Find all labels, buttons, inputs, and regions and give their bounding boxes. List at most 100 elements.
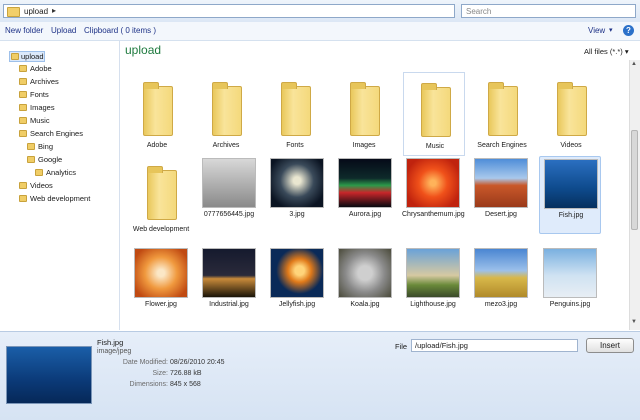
folder-item-search-engines[interactable]: Search Engines [471,72,533,156]
item-label: Aurora.jpg [348,211,382,218]
folder-icon [19,78,27,85]
image-thumbnail [134,248,188,298]
clipboard-button[interactable]: Clipboard ( 0 items ) [84,26,156,35]
image-thumbnail [406,158,460,208]
item-label: Web development [132,226,190,233]
folder-item-adobe[interactable]: Adobe [126,72,188,156]
folder-icon [350,82,380,136]
folder-icon [143,82,173,136]
search-placeholder: Search [466,7,492,16]
file-item[interactable]: Lighthouse.jpg [402,246,464,330]
tree-item-label: Fonts [30,90,49,99]
file-item[interactable]: Jellyfish.jpg [266,246,328,330]
tree-item-label: Search Engines [30,129,83,138]
file-item[interactable]: Flower.jpg [130,246,192,330]
tree-item-label: Adobe [30,64,52,73]
scroll-up-icon[interactable]: ▲ [631,61,637,67]
help-icon[interactable]: ? [623,25,634,36]
file-item[interactable]: 0777656445.jpg [198,156,260,240]
folder-icon [147,166,177,220]
file-item[interactable]: Industrial.jpg [198,246,260,330]
folder-icon [421,83,451,137]
item-label: Fish.jpg [558,212,584,219]
image-thumbnail [202,158,256,208]
search-input[interactable]: Search [461,4,636,18]
chevron-right-icon[interactable]: ▸ [52,6,56,15]
scroll-down-icon[interactable]: ▼ [631,319,637,325]
image-preview [6,346,92,404]
file-item-selected[interactable]: Fish.jpg [539,156,601,234]
item-label: Chrysanthemum.jpg [402,211,465,218]
image-thumbnail [544,159,598,209]
folder-icon [7,7,20,17]
page-title: upload [125,43,162,57]
folder-item-fonts[interactable]: Fonts [264,72,326,156]
image-thumbnail [270,248,324,298]
view-menu-button[interactable]: View [588,26,605,35]
file-item[interactable]: 3.jpg [266,156,328,240]
dimensions-value: 845 x 568 [170,381,201,388]
item-label: Fonts [286,142,304,149]
file-item[interactable]: Penguins.jpg [539,246,601,330]
date-modified-value: 08/26/2010 20:45 [170,359,225,366]
insert-button[interactable]: Insert [586,338,634,353]
folder-icon [557,82,587,136]
dimensions-label: Dimensions: [129,381,168,388]
file-name: Fish.jpg [97,338,124,347]
image-thumbnail [474,248,528,298]
folder-icon [19,65,27,72]
file-type: image/jpeg [97,348,132,355]
item-label: Jellyfish.jpg [278,301,316,308]
file-path-input[interactable]: /upload/Fish.jpg [411,339,578,352]
file-info-panel: Fish.jpg image/jpeg Date Modified: 08/26/… [0,331,640,420]
tree-item-label: Music [30,116,50,125]
folder-item-web-development[interactable]: Web development [130,156,192,240]
folder-item-music[interactable]: Music [403,72,465,156]
folder-icon [19,182,27,189]
scroll-thumb[interactable] [631,130,638,230]
item-label: mezo3.jpg [484,301,518,308]
item-label: Archives [212,142,240,149]
folder-icon [19,195,27,202]
item-label: Industrial.jpg [209,301,249,308]
chevron-down-icon[interactable]: ▾ [609,26,613,34]
item-label: Music [425,143,445,150]
upload-button[interactable]: Upload [51,26,76,35]
folder-item-images[interactable]: Images [333,72,395,156]
file-item[interactable]: Desert.jpg [470,156,532,240]
image-thumbnail [270,158,324,208]
item-label: Desert.jpg [485,211,517,218]
folder-icon [27,143,35,150]
tree-item-label: Web development [30,194,91,203]
address-path: upload [24,7,49,16]
dimensions-row: Dimensions: 845 x 568 [100,381,201,388]
file-item[interactable]: mezo3.jpg [470,246,532,330]
date-modified-row: Date Modified: 08/26/2010 20:45 [100,359,225,366]
file-item[interactable]: Chrysanthemum.jpg [402,156,465,240]
tree-item-upload[interactable]: upload [9,51,45,62]
tree-item-label: Images [30,103,55,112]
new-folder-button[interactable]: New folder [5,26,43,35]
size-label: Size: [152,370,168,377]
item-label: Koala.jpg [350,301,380,308]
file-path-label: File [395,342,408,351]
file-item[interactable]: Aurora.jpg [334,156,396,240]
address-bar[interactable]: upload ▸ [3,4,455,18]
item-label: Videos [560,142,582,149]
folder-item-archives[interactable]: Archives [195,72,257,156]
folder-icon [35,169,43,176]
folder-icon [27,156,35,163]
file-type-filter[interactable]: All files (*.*) ▾ [584,47,629,56]
item-label: Penguins.jpg [549,301,591,308]
item-label: 3.jpg [289,211,305,218]
item-label: Adobe [146,142,168,149]
item-label: Images [352,142,376,149]
tree-item-label: Videos [30,181,53,190]
file-item[interactable]: Koala.jpg [334,246,396,330]
vertical-scrollbar[interactable]: ▲ ▼ [629,60,640,330]
folder-icon [19,117,27,124]
toolbar: New folder Upload Clipboard ( 0 items ) … [0,22,640,41]
folder-item-videos[interactable]: Videos [540,72,602,156]
tree-item-label: upload [21,52,44,61]
folder-icon [19,91,27,98]
